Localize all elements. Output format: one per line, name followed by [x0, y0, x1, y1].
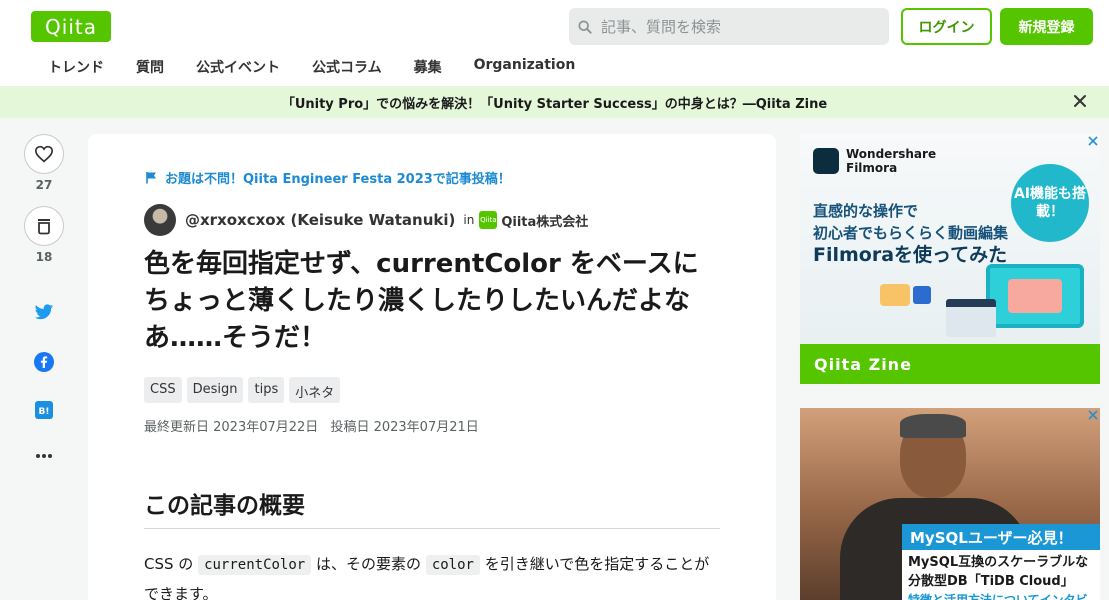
twitter-share-button[interactable]	[22, 300, 66, 324]
site-header: Qiita ログイン 新規登録 トレンド 質問 公式イベント 公式コラム 募集 …	[0, 0, 1109, 86]
announcement-banner[interactable]: 「Unity Pro」での悩みを解決！「Unity Starter Succes…	[0, 86, 1109, 118]
tidb-ad[interactable]: MySQLユーザー必見！ MySQL互換のスケーラブルな 分散型DB「TiDB …	[800, 408, 1100, 600]
inline-code: color	[425, 555, 480, 575]
play-icon	[1008, 279, 1062, 313]
camera-icon	[880, 284, 910, 306]
hatena-icon: B!	[35, 401, 53, 419]
facebook-share-button[interactable]	[22, 350, 66, 374]
search-icon	[578, 19, 592, 34]
ad-caption: MySQLユーザー必見！ MySQL互換のスケーラブルな 分散型DB「TiDB …	[902, 524, 1100, 600]
article-card: お題は不問！Qiita Engineer Festa 2023で記事投稿！ @x…	[88, 134, 776, 600]
clapperboard-icon	[946, 299, 996, 337]
svg-text:B!: B!	[39, 407, 50, 417]
qiita-logo[interactable]: Qiita	[31, 11, 111, 42]
facebook-icon	[34, 352, 54, 372]
author-name[interactable]: @xrxoxcxox (Keisuke Watanuki)	[185, 211, 455, 229]
stock-button[interactable]	[24, 206, 64, 246]
tag-list: CSS Design tips 小ネタ	[144, 377, 345, 403]
more-options-button[interactable]	[22, 444, 66, 468]
article-title: 色を毎回指定せず、currentColor をベースにちょっと薄くしたり濃くした…	[144, 249, 699, 353]
person-hair	[900, 414, 966, 438]
ai-badge: AI機能も搭載！	[1011, 164, 1089, 242]
organization-icon[interactable]: Qiita	[479, 211, 498, 229]
banner-text[interactable]: 「Unity Pro」での悩みを解決！「Unity Starter Succes…	[282, 93, 827, 112]
nav-recruit[interactable]: 募集	[398, 52, 458, 82]
close-icon[interactable]	[1073, 94, 1087, 108]
inline-code: currentColor	[198, 555, 312, 575]
more-icon	[36, 454, 52, 458]
in-label: in	[463, 213, 475, 227]
filmora-logo-icon	[813, 148, 839, 174]
login-button[interactable]: ログイン	[901, 8, 992, 45]
ad-close-icon[interactable]	[1088, 136, 1098, 146]
search-box[interactable]	[569, 8, 889, 45]
stock-count: 18	[35, 250, 53, 264]
search-input[interactable]	[601, 17, 871, 36]
video-icon	[913, 286, 931, 304]
tag-small-topic[interactable]: 小ネタ	[289, 377, 341, 403]
stock-icon	[38, 219, 50, 235]
festa-text[interactable]: お題は不問！Qiita Engineer Festa 2023で記事投稿！	[165, 168, 511, 187]
updated-date: 最終更新日 2023年07月22日	[144, 420, 319, 435]
like-count: 27	[35, 178, 53, 192]
avatar[interactable]	[144, 204, 176, 236]
tag-css[interactable]: CSS	[144, 377, 182, 403]
nav-official-events[interactable]: 公式イベント	[180, 52, 296, 82]
action-rail: 27 18 B!	[22, 134, 66, 458]
signup-button[interactable]: 新規登録	[1000, 8, 1093, 45]
article-paragraph: CSS の currentColor は、その要素の color を引き継いで色…	[144, 555, 710, 600]
nav-official-columns[interactable]: 公式コラム	[296, 52, 398, 82]
organization-name[interactable]: Qiita株式会社	[501, 211, 588, 230]
filmora-brand: Wondershare Filmora	[846, 147, 937, 175]
author-info: @xrxoxcxox (Keisuke Watanuki) in Qiita Q…	[144, 204, 588, 236]
ad-close-icon[interactable]	[1088, 410, 1098, 420]
filmora-ad[interactable]: Wondershare Filmora AI機能も搭載！ 直感的な操作で 初心者で…	[800, 134, 1100, 384]
qiita-zine-label: Qiita Zine	[800, 344, 1100, 384]
festa-link[interactable]: お題は不問！Qiita Engineer Festa 2023で記事投稿！	[145, 168, 511, 187]
flag-icon	[146, 172, 156, 184]
nav-trend[interactable]: トレンド	[31, 52, 120, 82]
hatena-bookmark-button[interactable]: B!	[22, 398, 66, 422]
main-nav: トレンド 質問 公式イベント 公式コラム 募集 Organization	[31, 52, 591, 82]
tag-design[interactable]: Design	[186, 377, 244, 403]
twitter-icon	[34, 303, 54, 319]
nav-questions[interactable]: 質問	[120, 52, 180, 82]
posted-date: 投稿日 2023年07月21日	[330, 420, 479, 435]
tag-tips[interactable]: tips	[248, 377, 285, 403]
nav-organization[interactable]: Organization	[458, 52, 592, 82]
article-dates: 最終更新日 2023年07月22日 投稿日 2023年07月21日	[144, 416, 487, 435]
section-heading: この記事の概要	[144, 486, 720, 529]
like-button[interactable]	[24, 134, 64, 174]
ad-copy: 直感的な操作で 初心者でもらくらく動画編集 Filmoraを使ってみた	[813, 202, 1009, 266]
heart-icon	[34, 145, 54, 163]
